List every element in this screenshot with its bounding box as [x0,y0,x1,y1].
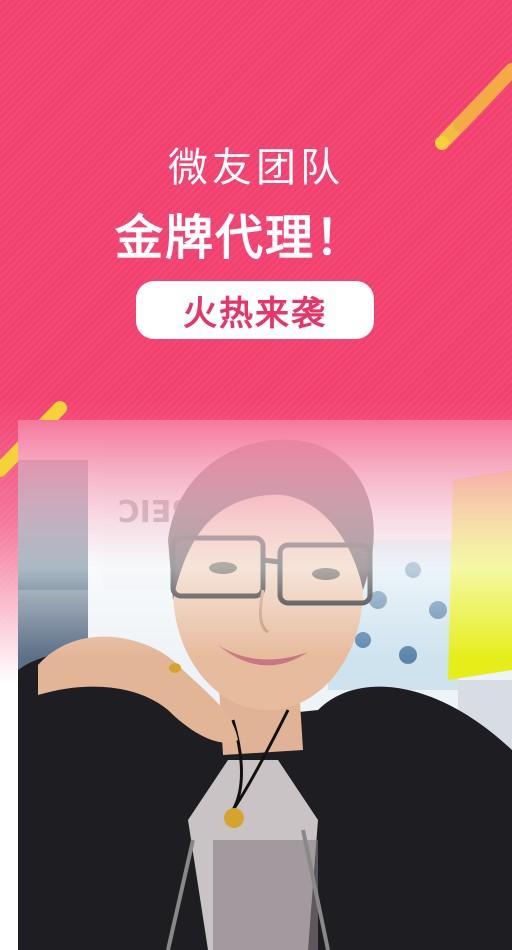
headline-line1: 微友团队 [168,145,344,191]
poster: 微友团队 金牌代理！ 火热来袭 SEIC [0,0,512,950]
hot-badge: 火热来袭 [136,281,374,339]
portrait-illustration: SEIC [18,420,512,950]
hot-badge-label: 火热来袭 [183,293,327,334]
portrait-photo: SEIC [18,420,512,950]
headline-line2: 金牌代理！ [114,210,365,266]
